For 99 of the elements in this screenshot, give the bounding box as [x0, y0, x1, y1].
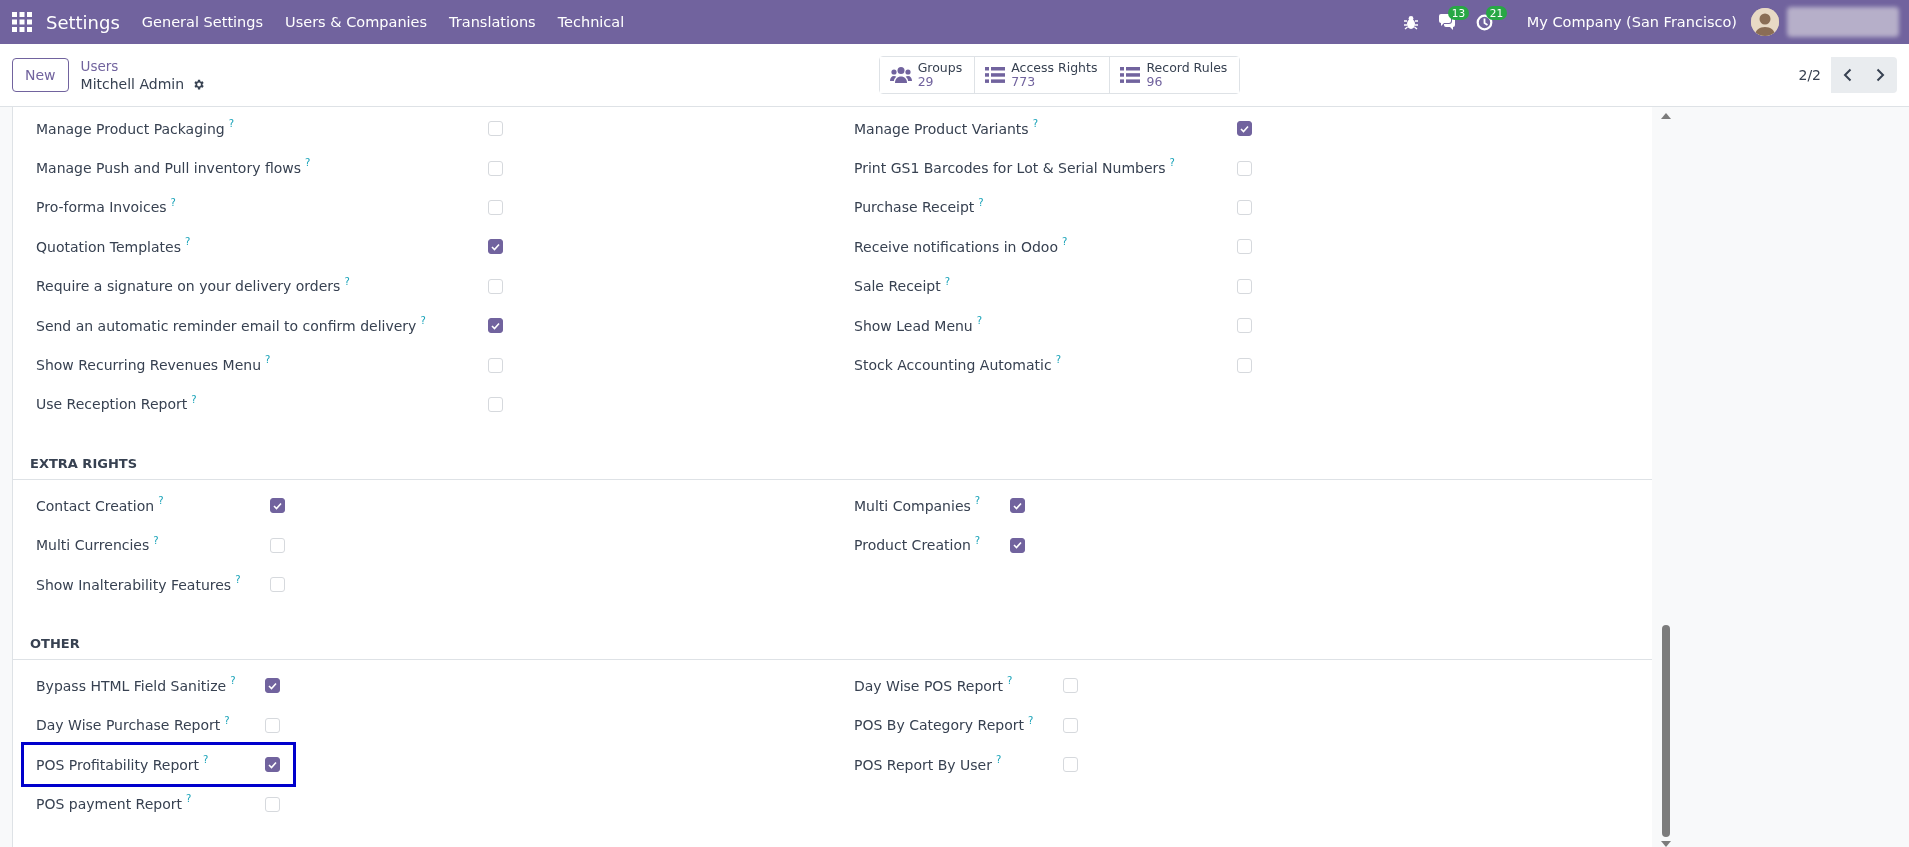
checkmark-icon	[268, 682, 278, 690]
smart-button[interactable]: Groups 29	[879, 57, 976, 93]
help-tooltip-mark[interactable]: ?	[1007, 675, 1013, 687]
list-icon	[985, 67, 1006, 83]
checkbox[interactable]	[1236, 121, 1252, 137]
chevron-right-icon	[1876, 68, 1885, 82]
field-label: Receive notifications in Odoo $^{?}$	[853, 235, 1069, 257]
field-label: Stock Accounting Automatic $^{?}$	[853, 353, 1062, 376]
help-tooltip-mark[interactable]: ?	[191, 393, 197, 405]
field-label: Show Recurring Revenues Menu $^{?}$	[35, 353, 272, 376]
checkbox[interactable]	[265, 678, 281, 694]
field-label: Require a signature on your delivery orders $^{?}$	[35, 274, 351, 297]
field-label: POS By Category Report $^{?}$	[853, 713, 1035, 736]
help-tooltip-mark[interactable]: ?	[1032, 118, 1038, 129]
scroll-up-icon[interactable]	[1661, 113, 1671, 119]
field-label: Manage Push and Pull inventory flows $^{?}$	[35, 156, 312, 179]
field-label: Contact Creation $^{?}$	[35, 494, 165, 516]
field-label: Quotation Templates $^{?}$	[35, 235, 192, 257]
field-label: Day Wise Purchase Report $^{?}$	[35, 713, 231, 736]
field-label: Sale Receipt $^{?}$	[853, 274, 952, 297]
field-label: POS Profitability Report $^{?}$	[35, 753, 210, 775]
field-label: POS payment Report $^{?}$	[35, 792, 193, 815]
field-label: Show Inalterability Features $^{?}$	[35, 572, 242, 595]
help-tooltip-mark[interactable]: ?	[185, 236, 191, 248]
message-count-badge: 13	[1447, 6, 1470, 20]
help-tooltip-mark[interactable]: ?	[344, 275, 350, 287]
company-switcher[interactable]: My Company (San Francisco)	[1526, 14, 1737, 30]
help-tooltip-mark[interactable]: ?	[228, 118, 235, 129]
field-label: Pro-forma Invoices $^{?}$	[35, 195, 177, 218]
checkbox[interactable]	[270, 498, 286, 514]
field-label: POS Report By User $^{?}$	[853, 753, 1003, 775]
help-tooltip-mark[interactable]: ?	[978, 196, 984, 208]
settings-icon[interactable]	[192, 77, 206, 91]
help-tooltip-mark[interactable]: ?	[265, 354, 271, 366]
field-label: Multi Companies $^{?}$	[853, 494, 982, 516]
list-icon	[1120, 67, 1141, 83]
field-label: Show Lead Menu $^{?}$	[853, 313, 984, 336]
field-label: Manage Product Packaging $^{?}$	[35, 117, 236, 139]
checkbox[interactable]	[1010, 537, 1026, 553]
next-button[interactable]	[1864, 57, 1897, 93]
help-tooltip-mark[interactable]: ?	[224, 714, 230, 726]
section-title: OTHER	[29, 635, 81, 654]
menu-item[interactable]: Technical	[557, 14, 625, 30]
field-label: Product Creation $^{?}$	[853, 533, 982, 556]
checkmark-icon	[1013, 501, 1023, 510]
help-tooltip-mark[interactable]: ?	[944, 275, 951, 287]
checkbox[interactable]	[1010, 498, 1026, 514]
field-label: Use Reception Report $^{?}$	[35, 392, 198, 415]
scrollbar-thumb[interactable]	[1662, 625, 1670, 837]
help-tooltip-mark[interactable]: ?	[1027, 714, 1034, 726]
chevron-left-icon	[1843, 68, 1852, 82]
menu-item[interactable]: General Settings	[141, 14, 264, 30]
app-title[interactable]: Settings	[46, 11, 120, 33]
checkbox[interactable]	[265, 757, 281, 773]
help-tooltip-mark[interactable]: ?	[1055, 354, 1061, 366]
checkbox[interactable]	[487, 239, 503, 255]
field-label: Multi Currencies $^{?}$	[35, 533, 160, 556]
checkmark-icon	[1013, 541, 1023, 550]
pager-value: 2/2	[1798, 67, 1821, 83]
help-tooltip-mark[interactable]: ?	[974, 534, 981, 546]
app-menu-icon[interactable]	[12, 12, 32, 32]
checkbox[interactable]	[487, 318, 503, 334]
users-icon	[889, 66, 912, 84]
scroll-down-icon[interactable]	[1661, 841, 1671, 847]
help-tooltip-mark[interactable]: ?	[153, 534, 159, 546]
help-tooltip-mark[interactable]: ?	[305, 157, 311, 169]
field-label: Purchase Receipt $^{?}$	[853, 195, 985, 218]
menu-item[interactable]: Users & Companies	[285, 14, 428, 30]
breadcrumb-link[interactable]: Users	[80, 58, 481, 74]
help-tooltip-mark[interactable]: ?	[974, 495, 981, 507]
help-tooltip-mark[interactable]: ?	[158, 495, 164, 507]
field-label: Day Wise POS Report $^{?}$	[853, 674, 1014, 696]
checkmark-icon	[268, 760, 278, 769]
help-tooltip-mark[interactable]: ?	[420, 314, 426, 326]
help-tooltip-mark[interactable]: ?	[995, 754, 1002, 766]
help-tooltip-mark[interactable]: ?	[1169, 157, 1175, 169]
field-label: Print GS1 Barcodes for Lot & Serial Numbers $^{?}$	[853, 156, 1176, 179]
help-tooltip-mark[interactable]: ?	[1062, 236, 1068, 248]
record-name: Mitchell Admin	[80, 76, 185, 92]
section-title: EXTRA RIGHTS	[29, 455, 138, 474]
new-button[interactable]: New	[12, 58, 69, 92]
field-label: Bypass HTML Field Sanitize $^{?}$	[35, 674, 237, 696]
field-label: Send an automatic reminder email to confirm delivery $^{?}$	[35, 313, 427, 336]
help-tooltip-mark[interactable]: ?	[230, 675, 236, 687]
checkmark-icon	[273, 501, 283, 510]
help-tooltip-mark[interactable]: ?	[976, 314, 983, 326]
help-tooltip-mark[interactable]: ?	[203, 754, 209, 766]
bug-icon[interactable]	[1403, 14, 1418, 30]
checkmark-icon	[490, 321, 500, 330]
help-tooltip-mark[interactable]: ?	[235, 573, 241, 585]
menu-item[interactable]: Translations	[449, 14, 536, 30]
activity-count-badge: 21	[1485, 5, 1508, 20]
checkmark-icon	[490, 242, 500, 251]
checkmark-icon	[1239, 124, 1249, 133]
help-tooltip-mark[interactable]: ?	[170, 196, 176, 208]
help-tooltip-mark[interactable]: ?	[186, 793, 192, 805]
field-label: Manage Product Variants $^{?}$	[853, 117, 1039, 139]
previous-button[interactable]	[1831, 57, 1864, 93]
avatar-icon[interactable]	[1751, 8, 1779, 36]
